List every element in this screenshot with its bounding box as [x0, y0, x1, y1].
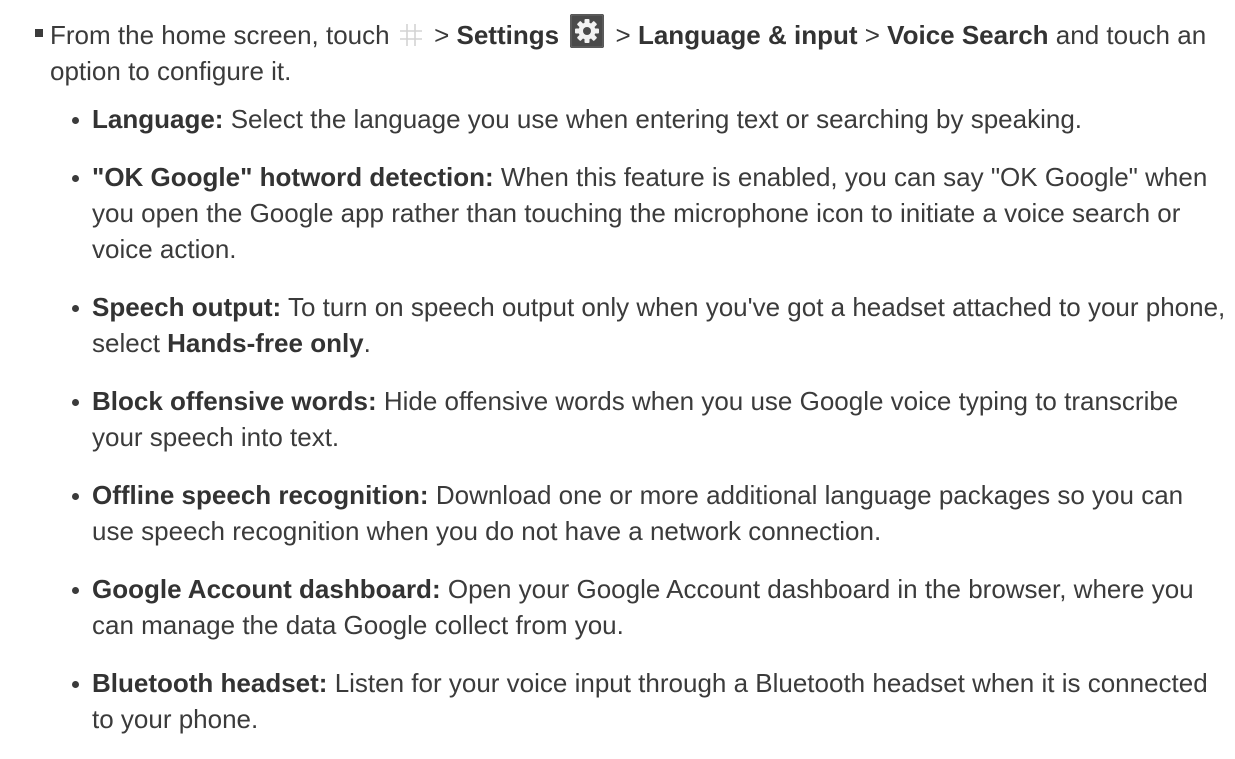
round-bullet [72, 399, 79, 406]
intro-prefix: From the home screen, touch [50, 20, 390, 50]
instruction-item: From the home screen, touch > Settings >… [35, 14, 1225, 89]
option-term: Block offensive words: [92, 386, 377, 416]
round-bullet [72, 681, 79, 688]
separator: > [864, 20, 880, 50]
round-bullet [72, 117, 79, 124]
option-term: Google Account dashboard: [92, 574, 441, 604]
voice-search-options-list: Language: Select the language you use wh… [72, 101, 1232, 759]
round-bullet [72, 493, 79, 500]
round-bullet [72, 305, 79, 312]
list-item: Bluetooth headset: Listen for your voice… [72, 665, 1232, 737]
language-input-label: Language & input [637, 20, 858, 50]
list-item: Block offensive words: Hide offensive wo… [72, 383, 1232, 455]
apps-grid-icon [399, 24, 422, 46]
option-emphasis: Hands-free only [167, 328, 364, 358]
settings-label: Settings [456, 20, 560, 50]
option-term: Bluetooth headset: [92, 668, 328, 698]
instruction-text: From the home screen, touch > Settings >… [50, 14, 1225, 89]
round-bullet [72, 175, 79, 182]
document-page: From the home screen, touch > Settings >… [0, 0, 1235, 759]
list-item: Offline speech recognition: Download one… [72, 477, 1232, 549]
option-term: "OK Google" hotword detection: [92, 162, 494, 192]
voice-search-label: Voice Search [887, 20, 1049, 50]
option-end: . [363, 328, 371, 358]
separator: > [434, 20, 450, 50]
option-term: Language: [92, 104, 224, 134]
list-item: Google Account dashboard: Open your Goog… [72, 571, 1232, 643]
round-bullet [72, 587, 79, 594]
list-item: Language: Select the language you use wh… [72, 101, 1232, 137]
list-item: Speech output: To turn on speech output … [72, 289, 1232, 361]
option-term: Offline speech recognition: [92, 480, 429, 510]
separator: > [615, 20, 631, 50]
square-bullet [35, 29, 43, 37]
option-description: Select the language you use when enterin… [230, 104, 1083, 134]
option-term: Speech output: [92, 292, 282, 322]
settings-gear-icon [570, 14, 605, 48]
list-item: "OK Google" hotword detection: When this… [72, 159, 1232, 267]
